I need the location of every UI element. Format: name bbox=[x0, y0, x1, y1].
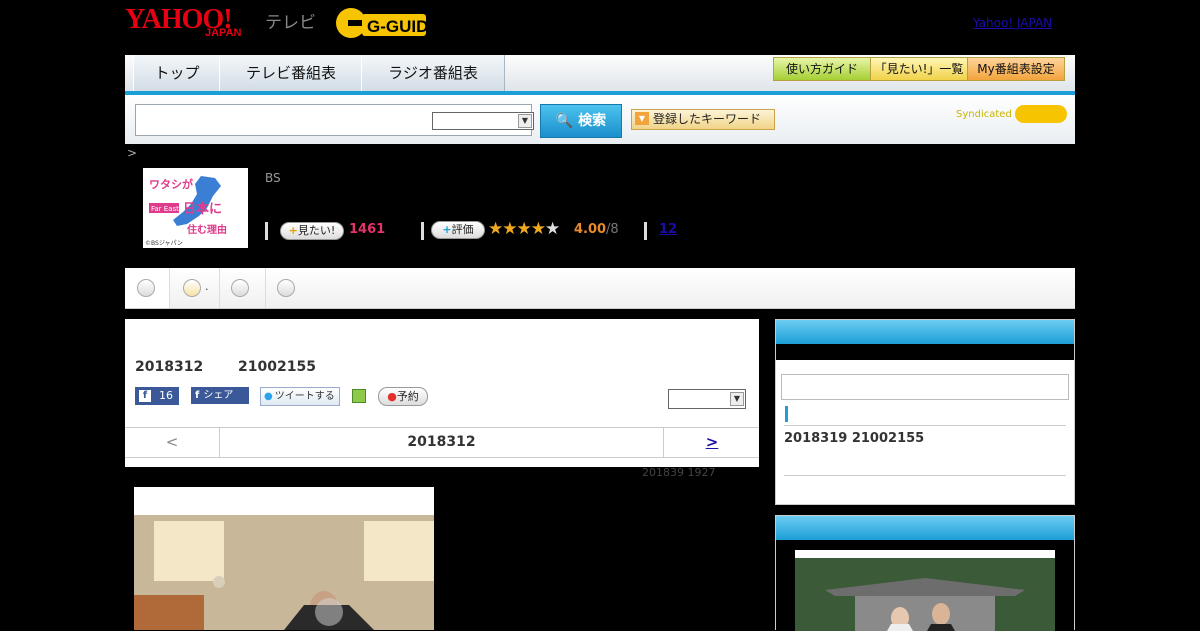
breadcrumb[interactable]: > bbox=[127, 146, 137, 160]
air-date: 2018312 bbox=[135, 359, 204, 375]
search-button-label: 検索 bbox=[578, 113, 607, 129]
tab-more[interactable] bbox=[265, 268, 295, 308]
panel-input[interactable] bbox=[781, 374, 1069, 400]
star-empty-icon: ★ bbox=[544, 219, 560, 239]
current-date: 2018312 bbox=[407, 434, 476, 450]
divider bbox=[421, 222, 424, 240]
date-navigation: < 2018312 > bbox=[125, 427, 759, 458]
facebook-share-button[interactable]: f シェア bbox=[191, 387, 249, 404]
tab-cast[interactable] bbox=[219, 268, 266, 308]
rating-value: 4.00 bbox=[574, 222, 607, 237]
facebook-icon: f bbox=[195, 390, 200, 401]
divider bbox=[784, 475, 1066, 476]
syndicated-label: Syndicated bbox=[956, 109, 1012, 120]
content-tabs: . bbox=[125, 268, 1075, 309]
play-icon bbox=[277, 279, 295, 297]
next-date-link[interactable]: > bbox=[663, 428, 760, 457]
thumbnail-title-line1: ワタシが bbox=[149, 177, 193, 191]
next-air-datetime: 2018319 21002155 bbox=[784, 431, 925, 446]
gguide-small-logo bbox=[1015, 105, 1067, 123]
star-filled-icon: ★★★★ bbox=[488, 219, 546, 239]
panel-subheader bbox=[776, 344, 1074, 360]
share-label: シェア bbox=[203, 390, 234, 401]
watch-count: 1461 bbox=[349, 222, 386, 237]
chevron-down-icon: ▼ bbox=[518, 114, 532, 128]
tab-video-label: . bbox=[205, 280, 209, 293]
thumbnail-copyright: ©BSジャパン bbox=[145, 240, 183, 247]
chevron-down-icon: ▼ bbox=[730, 392, 744, 406]
bookmark-icon[interactable] bbox=[351, 388, 367, 404]
divider bbox=[265, 222, 268, 240]
search-button[interactable]: 🔍 検索 bbox=[540, 104, 622, 138]
facebook-icon: f bbox=[139, 390, 151, 402]
share-options-select[interactable]: ▼ bbox=[668, 389, 746, 409]
chevron-down-icon bbox=[137, 279, 155, 297]
reserve-button[interactable]: ●予約 bbox=[378, 387, 428, 406]
program-detail-panel: 2018312 21002155 f 16 f シェア ● ツイートする ●予約 ▼ … bbox=[125, 319, 759, 467]
reviews-link[interactable]: 12 bbox=[659, 222, 677, 237]
rating-total: /8 bbox=[606, 222, 619, 237]
panel-header bbox=[776, 516, 1074, 540]
plus-icon: + bbox=[442, 223, 452, 236]
tab-video[interactable]: . bbox=[169, 268, 220, 308]
prev-date-button[interactable]: < bbox=[125, 428, 220, 457]
tweet-label: ツイートする bbox=[274, 391, 335, 402]
thumbnail-title-line3: 住む理由 bbox=[187, 223, 227, 236]
gguide-logo-text: G-GUIDE bbox=[367, 17, 434, 36]
panel-header bbox=[776, 320, 1074, 344]
program-thumbnail[interactable]: ワタシが Far East 日本に 住む理由 ©BSジャパン bbox=[143, 168, 248, 248]
my-schedule-settings-button[interactable]: My番組表設定 bbox=[967, 57, 1065, 81]
plus-icon: + bbox=[288, 224, 298, 237]
watchlist-button[interactable]: 「見たい!」一覧 bbox=[870, 57, 968, 81]
search-bar: ▼ 🔍 検索 ▼ 登録したキーワード Syndicated bbox=[125, 95, 1075, 144]
tab-info[interactable] bbox=[125, 268, 170, 308]
chevron-down-icon: ▼ bbox=[635, 112, 649, 125]
next-broadcast-panel: 2018319 21002155 bbox=[775, 319, 1075, 505]
main-nav: トップ テレビ番組表 ラジオ番組表 使い方ガイド 「見たい!」一覧 My番組表設… bbox=[125, 55, 1075, 95]
gguide-logo[interactable]: G-GUIDE bbox=[334, 6, 434, 40]
yahoo-japan-link[interactable]: Yahoo! JAPAN bbox=[973, 16, 1052, 30]
air-time: 21002155 bbox=[238, 359, 316, 375]
update-timestamp: 201839 1927 bbox=[642, 466, 716, 479]
facebook-like-button[interactable]: f 16 bbox=[135, 387, 179, 405]
usage-guide-button[interactable]: 使い方ガイド bbox=[773, 57, 871, 81]
program-photo[interactable] bbox=[134, 487, 434, 630]
syndicated-gguide-logo: Syndicated bbox=[956, 105, 1067, 123]
want-to-watch-button[interactable]: +見たい! bbox=[280, 222, 344, 240]
rating-stars: ★★★★★ bbox=[488, 219, 560, 239]
want-to-watch-label: 見たい! bbox=[297, 224, 336, 237]
channel-label: BS bbox=[265, 171, 281, 185]
facebook-count: 16 bbox=[159, 389, 173, 402]
record-icon: ● bbox=[387, 390, 397, 403]
saved-keywords-label: 登録したキーワード bbox=[653, 112, 762, 126]
thumbnail-title-line2: 日本に bbox=[183, 201, 222, 217]
tweet-button[interactable]: ● ツイートする bbox=[260, 387, 340, 406]
related-panel bbox=[775, 515, 1075, 631]
play-icon bbox=[231, 279, 249, 297]
search-category-select[interactable]: ▼ bbox=[432, 112, 534, 130]
play-icon bbox=[183, 279, 201, 297]
related-photo[interactable] bbox=[795, 550, 1055, 631]
tab-tv-schedule[interactable]: テレビ番組表 bbox=[219, 55, 363, 91]
divider bbox=[784, 425, 1066, 426]
search-icon: 🔍 bbox=[555, 113, 574, 129]
reserve-label: 予約 bbox=[396, 390, 419, 403]
divider bbox=[644, 222, 647, 240]
tv-logo-text: テレビ bbox=[265, 13, 316, 33]
saved-keywords-button[interactable]: ▼ 登録したキーワード bbox=[631, 109, 775, 130]
twitter-icon: ● bbox=[264, 391, 273, 402]
yahoo-japan-logo-text: JAPAN bbox=[205, 27, 242, 39]
rate-label: 評価 bbox=[451, 223, 474, 236]
thumbnail-badge: Far East bbox=[151, 205, 179, 213]
tab-top[interactable]: トップ bbox=[133, 55, 221, 91]
accent-bar bbox=[785, 406, 788, 422]
rate-button[interactable]: +評価 bbox=[431, 221, 485, 239]
tab-radio-schedule[interactable]: ラジオ番組表 bbox=[361, 55, 505, 91]
